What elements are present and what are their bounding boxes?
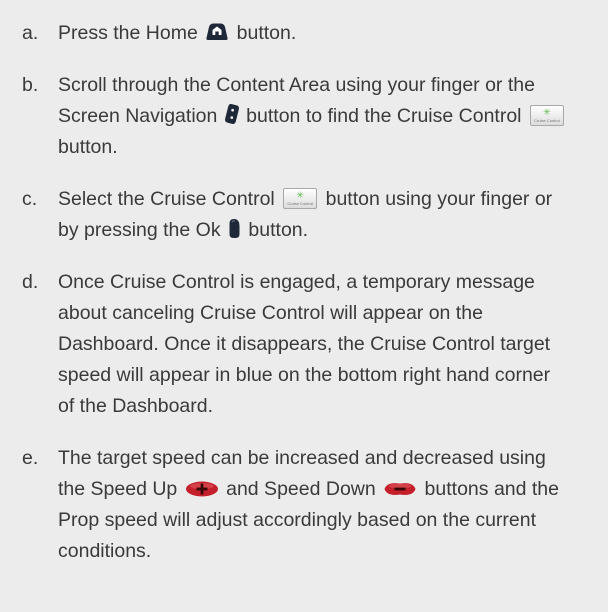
- cruise-control-button-icon: ✳ Cruise Control: [529, 105, 564, 126]
- step-text-part: Once Cruise Control is engaged, a tempor…: [58, 271, 551, 417]
- cruise-control-glyph: ✳: [296, 190, 304, 200]
- step-b: b. Scroll through the Content Area using…: [22, 70, 608, 163]
- step-text: Once Cruise Control is engaged, a tempor…: [58, 267, 568, 422]
- cruise-control-button-icon: ✳ Cruise Control: [283, 188, 318, 209]
- speed-up-button-icon: [185, 480, 219, 498]
- home-button-icon: [205, 22, 229, 42]
- cruise-control-glyph: ✳: [543, 107, 551, 117]
- step-letter: a.: [22, 22, 39, 44]
- step-d: d. Once Cruise Control is engaged, a tem…: [22, 267, 608, 422]
- speed-down-button-icon: [383, 480, 417, 498]
- step-letter: d.: [22, 271, 39, 293]
- step-letter: b.: [22, 74, 39, 96]
- step-letter: c.: [22, 188, 38, 210]
- cruise-control-caption: Cruise Control: [534, 118, 560, 123]
- step-text-part: and Speed Down: [220, 478, 382, 500]
- instruction-steps: a. Press the Home button. b. Scroll thro…: [0, 0, 608, 588]
- screen-navigation-button-icon: [224, 103, 239, 125]
- step-text-part: button to find the Cruise Control: [240, 105, 527, 127]
- step-text-part: button.: [231, 22, 297, 44]
- step-text: Press the Home button.: [58, 18, 568, 49]
- step-letter: e.: [22, 447, 39, 469]
- step-text-part: Press the Home: [58, 22, 204, 44]
- step-c: c. Select the Cruise Control ✳ Cruise Con…: [22, 184, 608, 246]
- ok-button-icon: [228, 218, 241, 239]
- step-text-part: button.: [58, 136, 118, 158]
- step-e: e. The target speed can be increased and…: [22, 443, 608, 567]
- step-a: a. Press the Home button.: [22, 18, 608, 49]
- step-text: Scroll through the Content Area using yo…: [58, 70, 568, 163]
- step-text: The target speed can be increased and de…: [58, 443, 568, 567]
- step-text-part: button.: [243, 219, 309, 241]
- step-text-part: Select the Cruise Control: [58, 188, 281, 210]
- cruise-control-caption: Cruise Control: [287, 201, 313, 206]
- step-text: Select the Cruise Control ✳ Cruise Contro…: [58, 184, 568, 246]
